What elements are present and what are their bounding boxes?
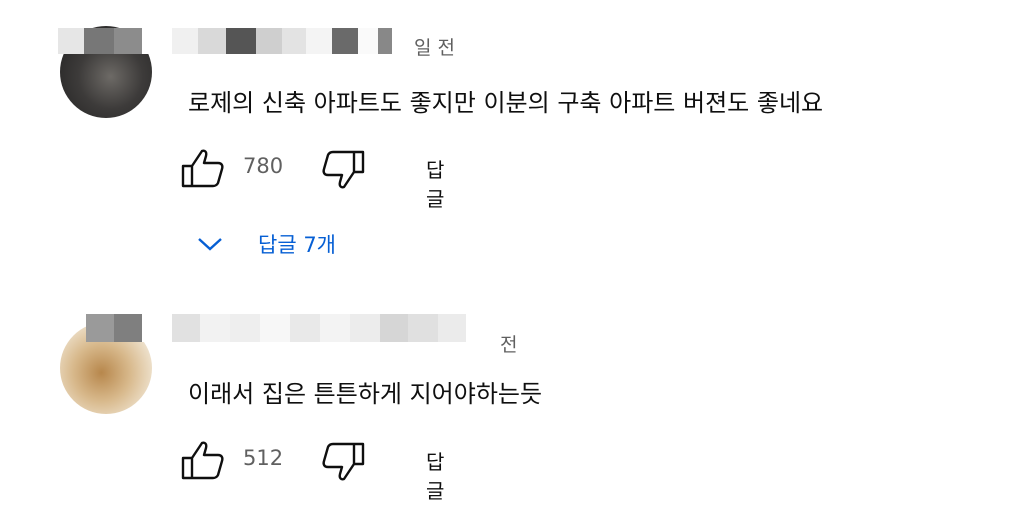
comment-time: 전 [500,334,518,356]
comment-text: 이래서 집은 튼튼하게 지어야하는듯 [188,380,543,408]
view-replies-button[interactable]: 답글 7개 [196,226,336,262]
username-redacted [86,314,466,342]
thumbs-down-icon[interactable] [320,442,366,482]
username-redacted [58,28,392,54]
comment-thread: 일 전 로제의 신축 아파트도 좋지만 이분의 구축 아파트 버젼도 좋네요 7… [0,0,1024,290]
chevron-down-icon [198,238,222,251]
comment-text: 로제의 신축 아파트도 좋지만 이분의 구축 아파트 버젼도 좋네요 [188,89,824,117]
reply-button[interactable]: 답글 [426,446,444,504]
view-replies-label: 답글 7개 [258,233,336,257]
like-count: 780 [243,154,284,178]
reply-button[interactable]: 답글 [426,154,444,212]
like-count: 512 [243,446,284,470]
comment-time: 일 전 [414,37,455,59]
comment-thread: 전 이래서 집은 튼튼하게 지어야하는듯 512 답글 [0,300,1024,513]
thumbs-up-icon[interactable] [180,440,226,480]
thumbs-up-icon[interactable] [180,148,226,188]
thumbs-down-icon[interactable] [320,150,366,190]
